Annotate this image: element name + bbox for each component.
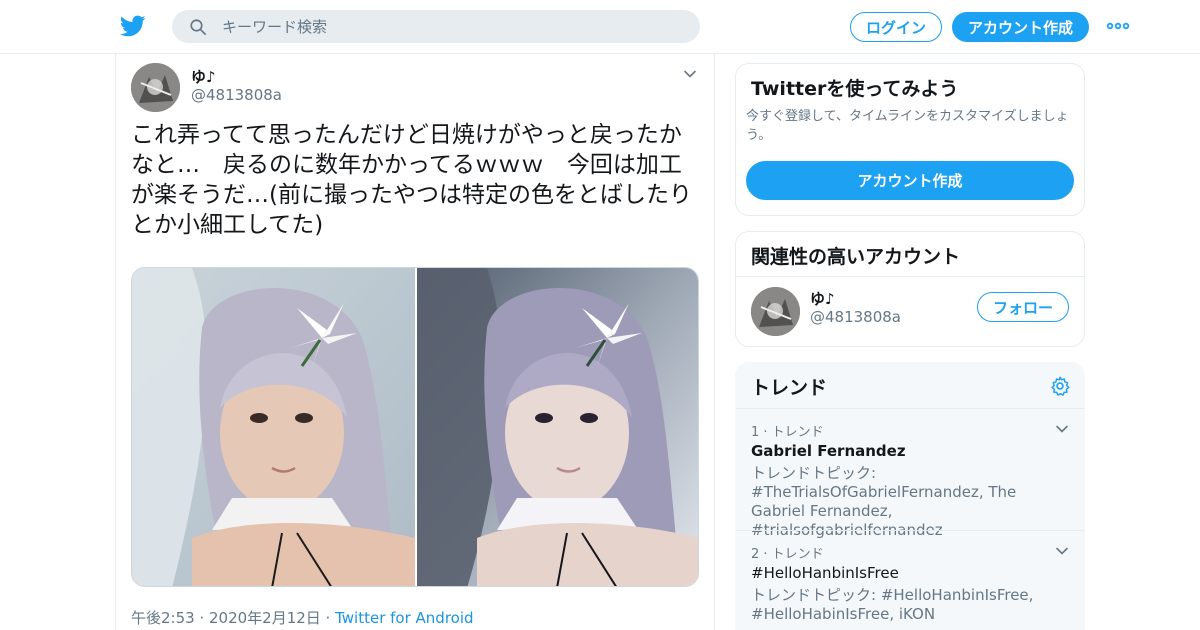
gear-icon[interactable] [1049, 375, 1071, 397]
chevron-down-icon[interactable] [1054, 421, 1070, 437]
search-icon [190, 19, 206, 35]
chevron-down-icon[interactable] [682, 66, 698, 82]
divider [736, 276, 1084, 277]
trends-card: トレンド 1 · トレンド Gabriel Fernandez トレンドトピック… [735, 362, 1085, 630]
tweet-timestamp[interactable]: 午後2:53 · 2020年2月12日 · [131, 609, 335, 627]
author-name[interactable]: ゆ♪ [191, 66, 216, 87]
related-accounts-card: 関連性の高いアカウント ゆ♪ @4813808a フォロー [735, 231, 1085, 347]
chevron-down-icon[interactable] [1054, 543, 1070, 559]
trend-rank: 2 · トレンド [751, 547, 824, 562]
tweet-source-link[interactable]: Twitter for Android [335, 609, 473, 627]
trend-rank: 1 · トレンド [751, 425, 824, 440]
account-handle[interactable]: @4813808a [810, 308, 901, 326]
trend-name[interactable]: Gabriel Fernandez [751, 442, 906, 460]
trend-item[interactable]: 2 · トレンド #HelloHanbinIsFree トレンドトピック: #H… [736, 530, 1084, 630]
card-title: 関連性の高いアカウント [751, 246, 961, 268]
account-name[interactable]: ゆ♪ [810, 288, 835, 309]
follow-button[interactable]: フォロー [977, 292, 1069, 322]
trend-description: トレンドトピック: #TheTrialsOfGabrielFernandez, … [751, 464, 1017, 539]
avatar[interactable] [751, 287, 800, 336]
tweet-column: ゆ♪ @4813808a これ弄ってて思ったんだけど日焼けがやっと戻ったかなと…… [115, 54, 715, 630]
login-button[interactable]: ログイン [850, 12, 942, 42]
card-title: Twitterを使ってみよう [751, 78, 959, 100]
top-bar: ログイン アカウント作成 [0, 0, 1200, 54]
signup-button[interactable]: アカウント作成 [952, 12, 1089, 42]
avatar-image [751, 287, 800, 336]
avatar-image [131, 63, 180, 112]
trend-name[interactable]: #HelloHanbinIsFree [751, 564, 899, 582]
trend-item[interactable]: 1 · トレンド Gabriel Fernandez トレンドトピック: #Th… [736, 408, 1084, 539]
twitter-bird-icon[interactable] [119, 13, 147, 39]
create-account-button[interactable]: アカウント作成 [746, 161, 1074, 200]
avatar[interactable] [131, 63, 180, 112]
more-dots-icon[interactable] [1106, 16, 1130, 36]
author-handle[interactable]: @4813808a [191, 86, 282, 104]
tweet-media[interactable] [131, 267, 699, 587]
signup-card: Twitterを使ってみよう 今すぐ登録して、タイムラインをカスタマイズしましょ… [735, 63, 1085, 216]
card-title: トレンド [751, 377, 828, 399]
tweet-text: これ弄ってて思ったんだけど日焼けがやっと戻ったかなと… 戻るのに数年かかってるｗ… [131, 122, 692, 238]
tweet-meta: 午後2:53 · 2020年2月12日 · Twitter for Androi… [131, 607, 474, 628]
search-input[interactable] [222, 10, 682, 43]
search-bar[interactable] [172, 10, 700, 43]
tweet-photo[interactable] [417, 268, 699, 587]
tweet-photo[interactable] [132, 268, 415, 587]
card-description: 今すぐ登録して、タイムラインをカスタマイズしましょう。 [746, 109, 1069, 143]
trend-description: トレンドトピック: #HelloHanbinIsFree, #HelloHabi… [751, 586, 1034, 623]
